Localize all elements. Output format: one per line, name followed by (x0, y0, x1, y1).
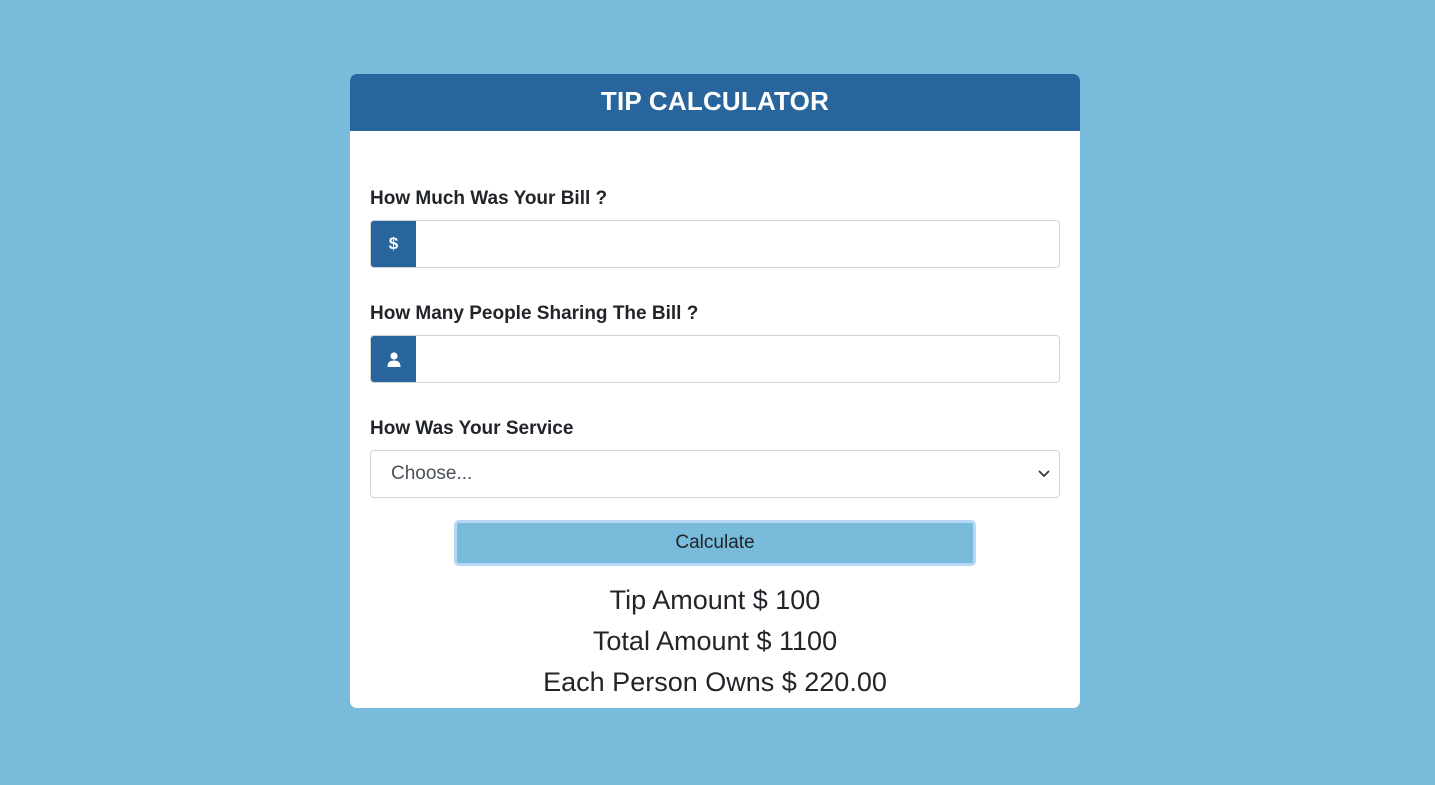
person-icon (371, 336, 416, 382)
bill-label: How Much Was Your Bill ? (370, 188, 608, 209)
people-input-group (370, 335, 1060, 383)
service-select[interactable]: Choose... (370, 450, 1060, 498)
people-count-input[interactable] (416, 336, 1059, 382)
bill-input-group: $ (370, 220, 1060, 268)
chevron-down-icon (1037, 467, 1051, 481)
each-person-text: Each Person Owns $ 220.00 (543, 667, 887, 697)
total-amount-text: Total Amount $ 1100 (592, 626, 838, 656)
tip-amount-text: Tip Amount $ 100 (609, 585, 821, 615)
service-select-value: Choose... (391, 463, 473, 484)
results: Tip Amount $ 100 Total Amount $ 1100 Eac… (370, 580, 1060, 703)
bill-amount-input[interactable] (416, 221, 1059, 267)
card-body: How Much Was Your Bill ? $ How Many Peop… (350, 188, 1080, 703)
button-wrapper: Calculate (370, 520, 1060, 566)
page-title: TIP CALCULATOR (350, 74, 1080, 131)
tip-calculator-card: TIP CALCULATOR How Much Was Your Bill ? … (350, 74, 1080, 708)
service-label: How Was Your Service (370, 418, 574, 439)
dollar-icon: $ (371, 221, 416, 267)
calculate-button[interactable]: Calculate (454, 520, 976, 566)
people-label: How Many People Sharing The Bill ? (370, 303, 699, 324)
